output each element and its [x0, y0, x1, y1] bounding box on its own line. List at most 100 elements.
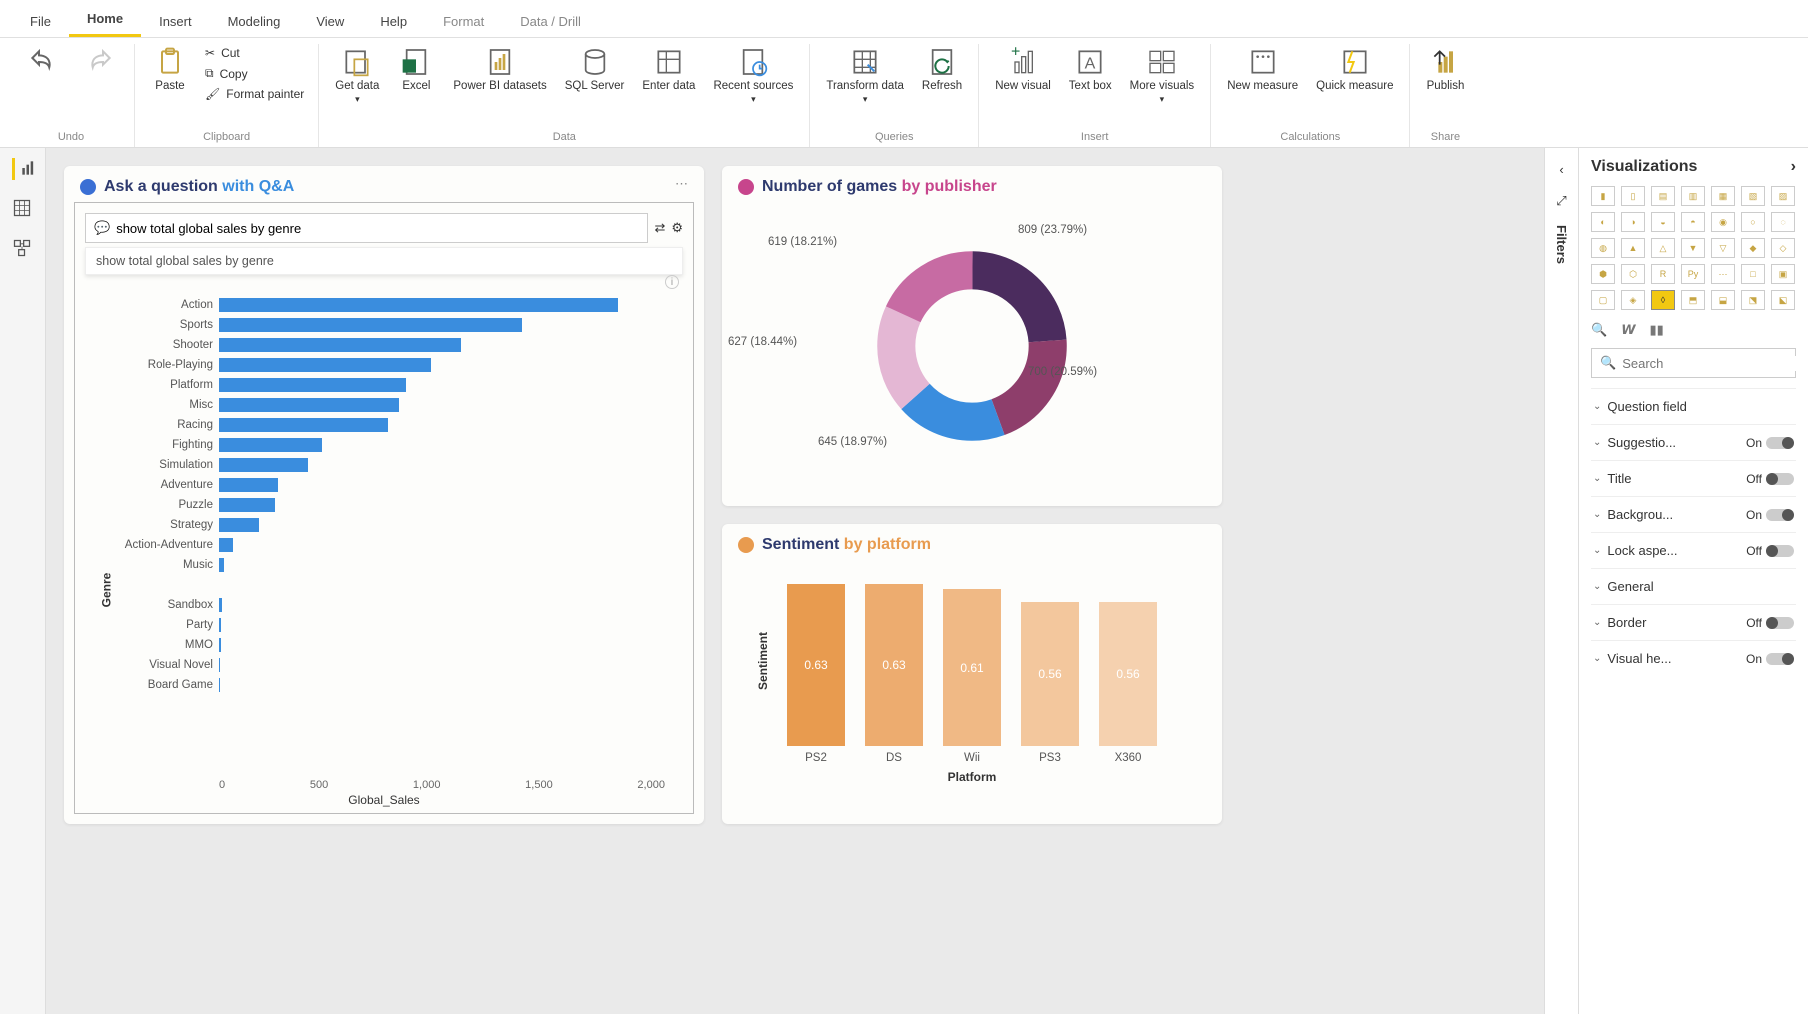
viz-type-icon[interactable]: ▲ — [1621, 238, 1645, 258]
format-painter-button[interactable]: 🖌Format painter — [201, 85, 308, 103]
tab-modeling[interactable]: Modeling — [210, 6, 299, 37]
qa-visual[interactable]: Ask a question with Q&A ⋯ 💬 ⇄ ⚙ show tot… — [64, 166, 704, 824]
viz-type-icon[interactable]: ◆ — [1741, 238, 1765, 258]
sql-server-button[interactable]: SQL Server — [559, 44, 631, 96]
search-icon[interactable]: 🔍 — [1591, 322, 1607, 338]
viz-type-icon[interactable]: ▽ — [1711, 238, 1735, 258]
data-view-icon[interactable] — [12, 198, 34, 220]
viz-search[interactable]: 🔍 — [1591, 348, 1796, 378]
viz-type-icon[interactable]: ◇ — [1771, 238, 1795, 258]
excel-button[interactable]: Excel — [391, 44, 441, 96]
qa-input-box[interactable]: 💬 — [85, 213, 648, 243]
convert-icon[interactable]: ⇄ — [654, 220, 665, 236]
report-canvas[interactable]: Ask a question with Q&A ⋯ 💬 ⇄ ⚙ show tot… — [46, 148, 1544, 1014]
viz-type-icon[interactable]: ⬡ — [1621, 264, 1645, 284]
toggle-switch[interactable]: On — [1746, 508, 1794, 522]
text-box-button[interactable]: AText box — [1063, 44, 1118, 96]
viz-type-icon[interactable]: ◐ — [1591, 212, 1615, 232]
format-property-row[interactable]: ⌄Backgrou...On — [1591, 496, 1796, 532]
viz-type-icon[interactable]: ◌ — [1771, 212, 1795, 232]
sentiment-card[interactable]: Sentiment by platform Sentiment 0.63PS20… — [722, 524, 1222, 824]
chevron-right-icon[interactable]: › — [1791, 158, 1796, 176]
format-property-row[interactable]: ⌄TitleOff — [1591, 460, 1796, 496]
format-property-row[interactable]: ⌄Lock aspe...Off — [1591, 532, 1796, 568]
expand-icon[interactable]: ⤢ — [1556, 193, 1566, 209]
viz-type-icon[interactable]: ⬓ — [1711, 290, 1735, 310]
viz-type-icon[interactable]: ◓ — [1681, 212, 1705, 232]
qa-input[interactable] — [116, 221, 639, 236]
enter-data-button[interactable]: Enter data — [636, 44, 701, 96]
viz-type-icon[interactable]: ◍ — [1591, 238, 1615, 258]
viz-type-icon[interactable]: Py — [1681, 264, 1705, 284]
viz-type-icon[interactable]: ▢ — [1591, 290, 1615, 310]
cut-button[interactable]: ✂Cut — [201, 44, 308, 62]
viz-type-icon[interactable]: ⬔ — [1741, 290, 1765, 310]
filters-pane-collapsed[interactable]: ‹ ⤢ Filters — [1544, 148, 1578, 1014]
viz-type-icon[interactable]: ◉ — [1711, 212, 1735, 232]
copy-button[interactable]: ⧉Copy — [201, 64, 308, 83]
viz-type-icon[interactable]: ◈ — [1621, 290, 1645, 310]
viz-type-icon[interactable]: ▦ — [1711, 186, 1735, 206]
qa-suggestion[interactable]: show total global sales by genre — [85, 247, 683, 275]
viz-type-icon[interactable]: ▮ — [1591, 186, 1615, 206]
toggle-switch[interactable]: Off — [1746, 616, 1794, 630]
format-property-row[interactable]: ⌄General — [1591, 568, 1796, 604]
viz-type-icon[interactable]: ▧ — [1741, 186, 1765, 206]
recent-sources-button[interactable]: Recent sources▾ — [707, 44, 799, 107]
viz-type-icon[interactable]: R — [1651, 264, 1675, 284]
viz-type-icon[interactable]: ▥ — [1681, 186, 1705, 206]
chevron-left-icon[interactable]: ‹ — [1559, 162, 1563, 177]
viz-type-icon[interactable]: △ — [1651, 238, 1675, 258]
toggle-switch[interactable]: On — [1746, 436, 1794, 450]
format-property-row[interactable]: ⌄Visual he...On — [1591, 640, 1796, 676]
gear-icon[interactable]: ⚙ — [671, 220, 683, 236]
toggle-switch[interactable]: Off — [1746, 472, 1794, 486]
viz-type-icon[interactable]: ▤ — [1651, 186, 1675, 206]
viz-type-icon[interactable]: ◒ — [1651, 212, 1675, 232]
format-property-row[interactable]: ⌄Question field — [1591, 388, 1796, 424]
viz-type-icon[interactable]: □ — [1741, 264, 1765, 284]
tab-view[interactable]: View — [298, 6, 362, 37]
transform-data-button[interactable]: Transform data▾ — [820, 44, 910, 107]
new-visual-button[interactable]: +New visual — [989, 44, 1057, 96]
more-visuals-button[interactable]: More visuals▾ — [1124, 44, 1201, 107]
publisher-donut-card[interactable]: Number of games by publisher 809 (23.79%… — [722, 166, 1222, 506]
viz-type-icon[interactable]: ▼ — [1681, 238, 1705, 258]
viz-type-icon[interactable]: ⬢ — [1591, 264, 1615, 284]
tab-data-drill[interactable]: Data / Drill — [502, 6, 599, 37]
viz-type-icon[interactable]: ⬕ — [1771, 290, 1795, 310]
viz-type-icon[interactable]: ◊ — [1651, 290, 1675, 310]
publish-button[interactable]: Publish — [1420, 44, 1470, 96]
refresh-button[interactable]: Refresh — [916, 44, 968, 96]
tab-home[interactable]: Home — [69, 3, 141, 37]
viz-type-icon[interactable]: ▯ — [1621, 186, 1645, 206]
fields-icon[interactable]: 𝙒 — [1621, 322, 1635, 338]
redo-button[interactable] — [74, 44, 124, 82]
info-icon[interactable]: i — [665, 275, 679, 289]
paste-button[interactable]: Paste — [145, 44, 195, 96]
viz-type-icon[interactable]: ▣ — [1771, 264, 1795, 284]
pbi-datasets-button[interactable]: Power BI datasets — [447, 44, 552, 96]
model-view-icon[interactable] — [12, 238, 34, 260]
toggle-switch[interactable]: On — [1746, 652, 1794, 666]
viz-type-icon[interactable]: ◑ — [1621, 212, 1645, 232]
tab-insert[interactable]: Insert — [141, 6, 210, 37]
quick-measure-button[interactable]: Quick measure — [1310, 44, 1399, 96]
viz-type-icon[interactable]: ▨ — [1771, 186, 1795, 206]
tab-format[interactable]: Format — [425, 6, 502, 37]
viz-type-icon[interactable]: ⋯ — [1711, 264, 1735, 284]
viz-search-input[interactable] — [1622, 356, 1798, 371]
format-icon[interactable]: ▮▮ — [1650, 322, 1664, 338]
card-more-icon[interactable]: ⋯ — [675, 176, 690, 192]
report-view-icon[interactable] — [12, 158, 34, 180]
viz-type-icon[interactable]: ○ — [1741, 212, 1765, 232]
new-measure-button[interactable]: New measure — [1221, 44, 1304, 96]
format-property-row[interactable]: ⌄Suggestio...On — [1591, 424, 1796, 460]
get-data-button[interactable]: Get data▾ — [329, 44, 385, 107]
tab-file[interactable]: File — [12, 6, 69, 37]
toggle-switch[interactable]: Off — [1746, 544, 1794, 558]
format-property-row[interactable]: ⌄BorderOff — [1591, 604, 1796, 640]
tab-help[interactable]: Help — [362, 6, 425, 37]
viz-type-icon[interactable]: ⬒ — [1681, 290, 1705, 310]
undo-button[interactable] — [18, 44, 68, 82]
